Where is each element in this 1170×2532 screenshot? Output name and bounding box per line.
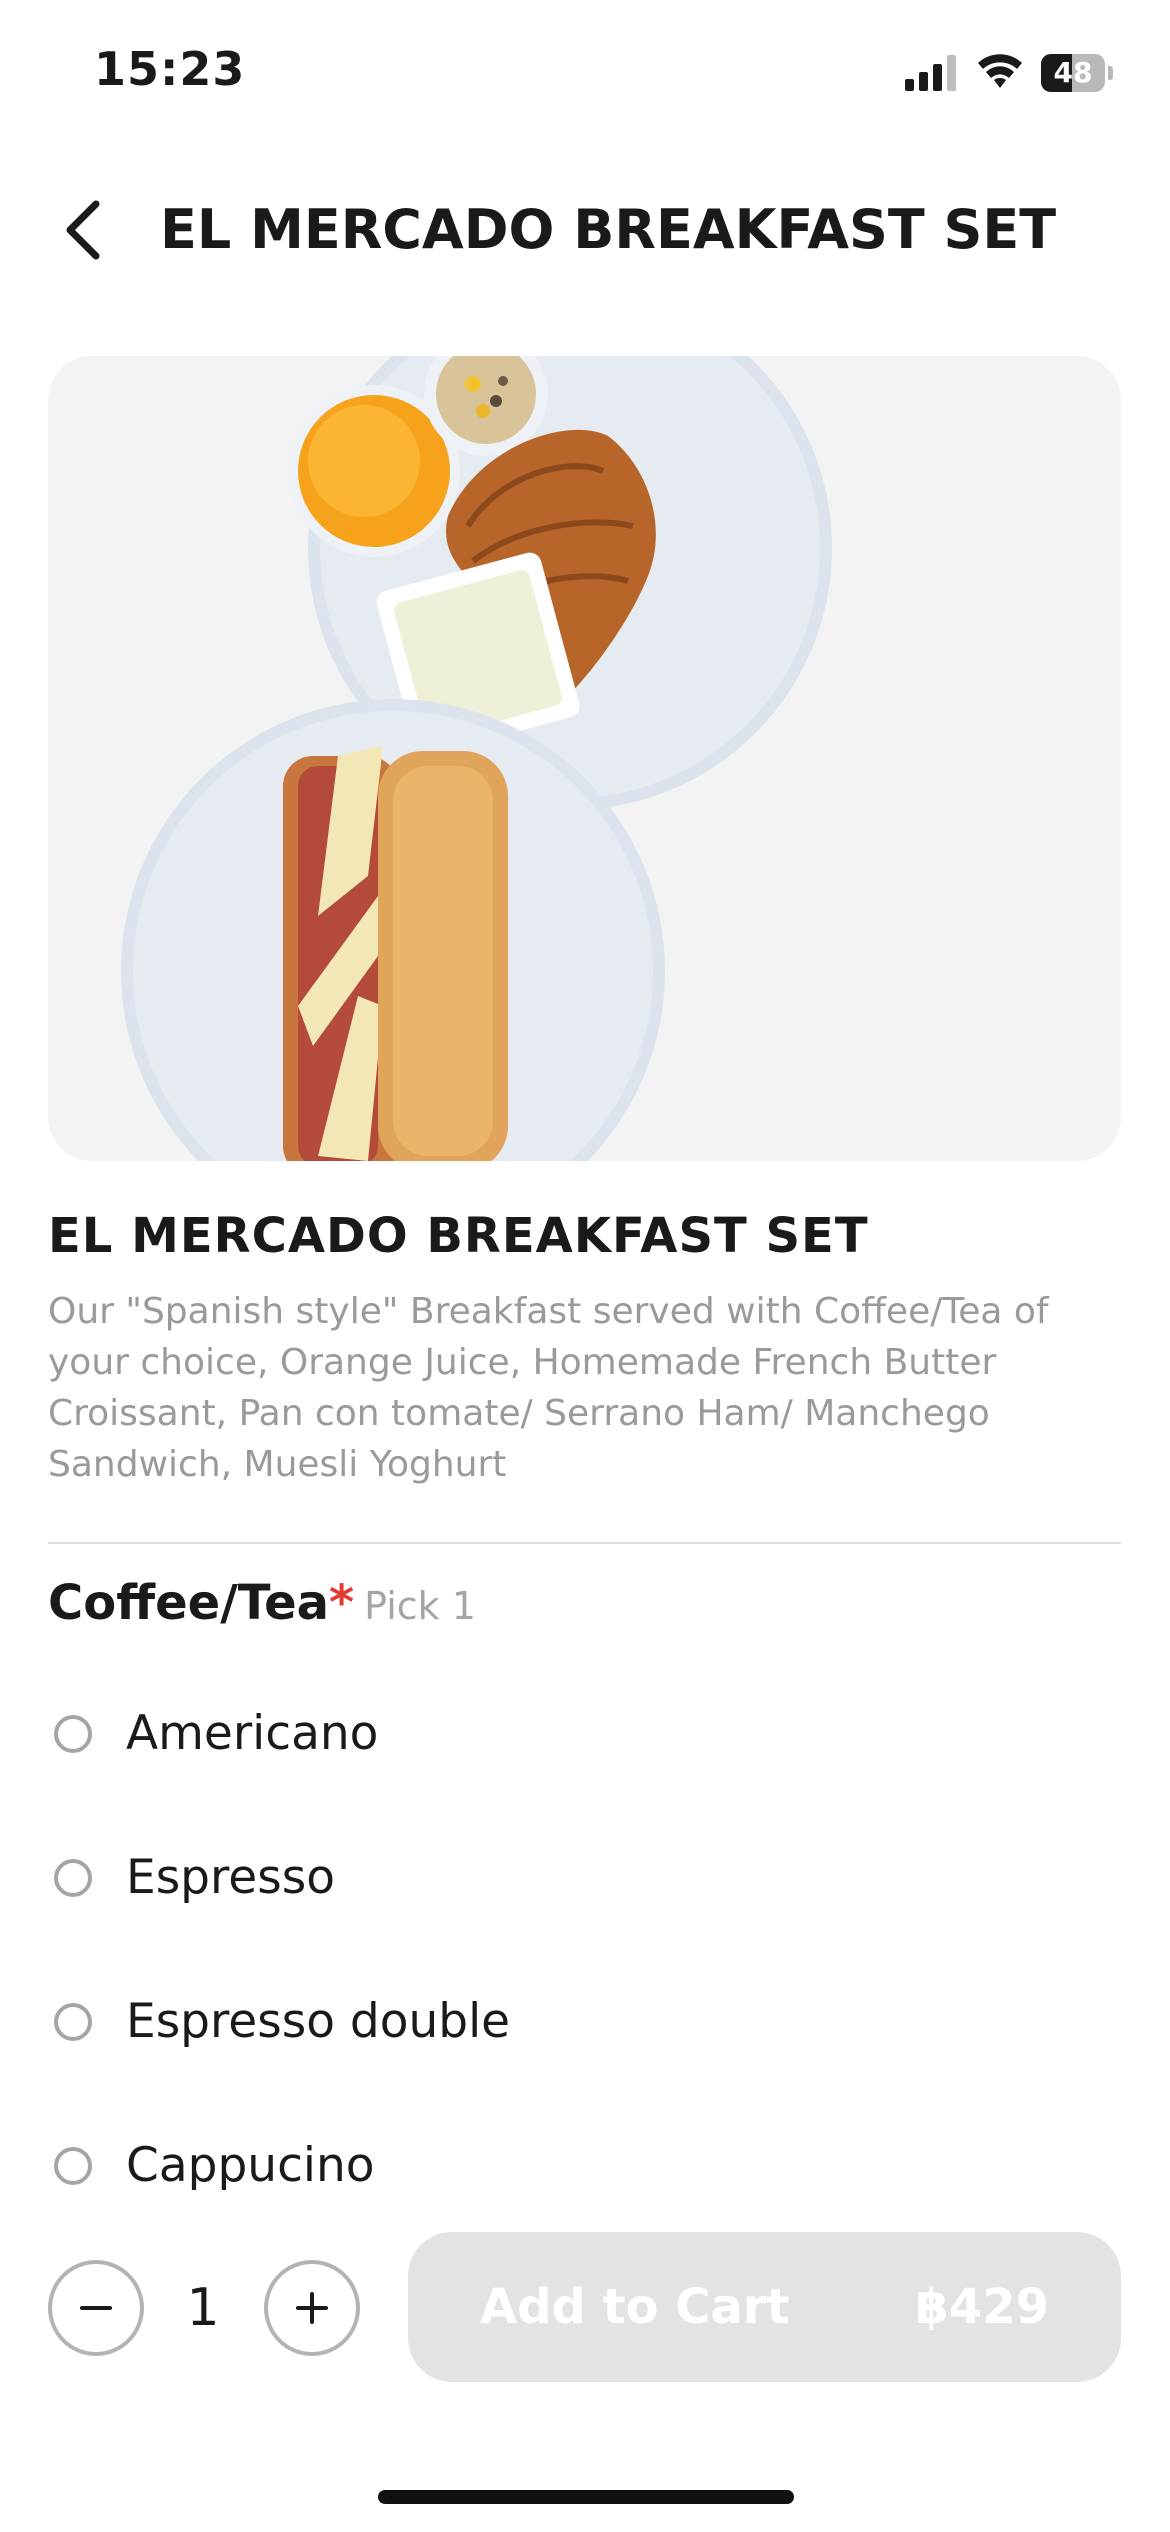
- increase-quantity-button[interactable]: [264, 2260, 360, 2356]
- option-espresso[interactable]: Espresso: [48, 1829, 1121, 1973]
- battery-icon: 48: [1041, 54, 1113, 92]
- product-description: Our "Spanish style" Breakfast served wit…: [48, 1291, 1049, 1485]
- divider: [48, 1542, 1121, 1544]
- status-time: 15:23: [94, 42, 246, 96]
- cellular-signal-icon: [905, 55, 956, 91]
- battery-level: 48: [1053, 56, 1093, 89]
- bottom-bar: 1 Add to Cart ฿429: [0, 2190, 1170, 2532]
- required-mark: *: [329, 1575, 355, 1631]
- option-label: Espresso double: [126, 1994, 511, 2049]
- back-button[interactable]: [50, 190, 120, 270]
- product-image: [48, 356, 1121, 1161]
- plus-icon: [296, 2292, 328, 2324]
- chevron-left-icon: [66, 200, 100, 260]
- option-espresso-double[interactable]: Espresso double: [48, 1973, 1121, 2117]
- radio-button[interactable]: [54, 2147, 92, 2185]
- minus-icon: [80, 2306, 112, 2310]
- price: ฿429: [915, 2279, 1049, 2335]
- radio-button[interactable]: [54, 1859, 92, 1897]
- decrease-quantity-button[interactable]: [48, 2260, 144, 2356]
- page-title: EL MERCADO BREAKFAST SET: [160, 198, 1057, 261]
- add-to-cart-label: Add to Cart: [480, 2279, 790, 2335]
- option-list: Americano Espresso Espresso double Cappu…: [48, 1685, 1121, 2261]
- radio-button[interactable]: [54, 1715, 92, 1753]
- option-label: Cappucino: [126, 2138, 375, 2193]
- quantity-value: 1: [186, 2278, 220, 2338]
- option-label: Espresso: [126, 1850, 335, 1905]
- status-bar: 15:23 48: [0, 0, 1170, 150]
- add-to-cart-button[interactable]: Add to Cart ฿429: [408, 2232, 1121, 2382]
- option-group-header: Coffee/Tea* Pick 1: [48, 1570, 476, 1636]
- option-group-title: Coffee/Tea: [48, 1575, 330, 1631]
- wifi-icon: [978, 54, 1022, 88]
- home-indicator: [378, 2490, 794, 2504]
- pick-hint: Pick 1: [364, 1584, 476, 1628]
- option-americano[interactable]: Americano: [48, 1685, 1121, 1829]
- product-title: EL MERCADO BREAKFAST SET: [48, 1208, 869, 1264]
- radio-button[interactable]: [54, 2003, 92, 2041]
- nav-header: EL MERCADO BREAKFAST SET: [0, 170, 1170, 290]
- option-label: Americano: [126, 1706, 379, 1761]
